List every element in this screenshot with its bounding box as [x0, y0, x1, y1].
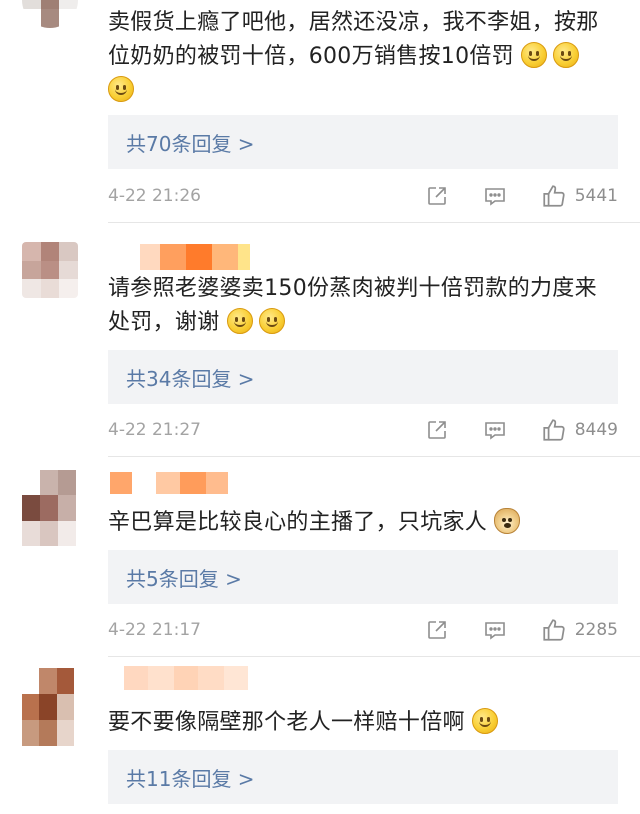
- smile-emoji: [521, 42, 548, 68]
- thumbs-up-icon: [543, 419, 565, 441]
- comment-item: 要不要像隔壁那个老人一样赔十倍啊 共11条回复 >: [0, 658, 640, 814]
- share-icon[interactable]: [425, 418, 449, 442]
- divider: [108, 222, 640, 223]
- comment-meta: 4-22 21:17 2285: [108, 615, 618, 645]
- comment-meta: 4-22 21:26 5441: [108, 181, 618, 211]
- smile-emoji: [226, 308, 253, 334]
- replies-link[interactable]: 共34条回复 >: [108, 350, 618, 404]
- avatar[interactable]: [22, 0, 78, 28]
- like-count: 5441: [574, 186, 618, 206]
- comment-meta: 4-22 21:27 8449: [108, 415, 618, 445]
- like-button[interactable]: 2285: [541, 617, 618, 643]
- comment-item: 请参照老婆婆卖150份蒸肉被判十倍罚款的力度来处罚，谢谢 共34条回复 > 4-…: [0, 224, 640, 460]
- like-count: 2285: [574, 620, 618, 640]
- comment-icon[interactable]: [483, 618, 507, 642]
- avatar[interactable]: [22, 242, 78, 298]
- smile-emoji: [108, 76, 134, 102]
- smile-emoji: [258, 308, 285, 334]
- smile-emoji: [472, 708, 499, 734]
- comment-icon[interactable]: [483, 418, 507, 442]
- share-icon[interactable]: [425, 618, 449, 642]
- thumbs-up-icon: [543, 619, 565, 641]
- username-blurred: [110, 472, 228, 494]
- avatar[interactable]: [22, 470, 76, 546]
- comment-text: 辛巴算是比较良心的主播了，只坑家人: [108, 506, 608, 540]
- timestamp: 4-22 21:26: [108, 186, 201, 206]
- comment-item: 卖假货上瘾了吧他，居然还没凉，我不李姐，按那位奶奶的被罚十倍，600万销售按10…: [0, 0, 640, 225]
- comment-text: 请参照老婆婆卖150份蒸肉被判十倍罚款的力度来处罚，谢谢: [108, 276, 597, 335]
- username-blurred: [110, 244, 250, 270]
- timestamp: 4-22 21:17: [108, 620, 201, 640]
- replies-link[interactable]: 共11条回复 >: [108, 750, 618, 804]
- comment-text: 要不要像隔壁那个老人一样赔十倍啊: [108, 706, 608, 740]
- comment-item: 辛巴算是比较良心的主播了，只坑家人 共5条回复 > 4-22 21:17 228…: [0, 458, 640, 658]
- like-button[interactable]: 5441: [541, 183, 618, 209]
- doge-emoji: [494, 508, 521, 534]
- like-count: 8449: [574, 420, 618, 440]
- avatar[interactable]: [22, 668, 74, 746]
- like-button[interactable]: 8449: [541, 417, 618, 443]
- comment-text: 卖假货上瘾了吧他，居然还没凉，我不李姐，按那位奶奶的被罚十倍，600万销售按10…: [108, 6, 604, 108]
- divider: [108, 656, 640, 657]
- smile-emoji: [553, 42, 580, 68]
- share-icon[interactable]: [425, 184, 449, 208]
- replies-link[interactable]: 共70条回复 >: [108, 115, 618, 169]
- replies-link[interactable]: 共5条回复 >: [108, 550, 618, 604]
- thumbs-up-icon: [543, 185, 565, 207]
- comment-icon[interactable]: [483, 184, 507, 208]
- username-blurred: [110, 666, 248, 690]
- divider: [108, 456, 640, 457]
- timestamp: 4-22 21:27: [108, 420, 201, 440]
